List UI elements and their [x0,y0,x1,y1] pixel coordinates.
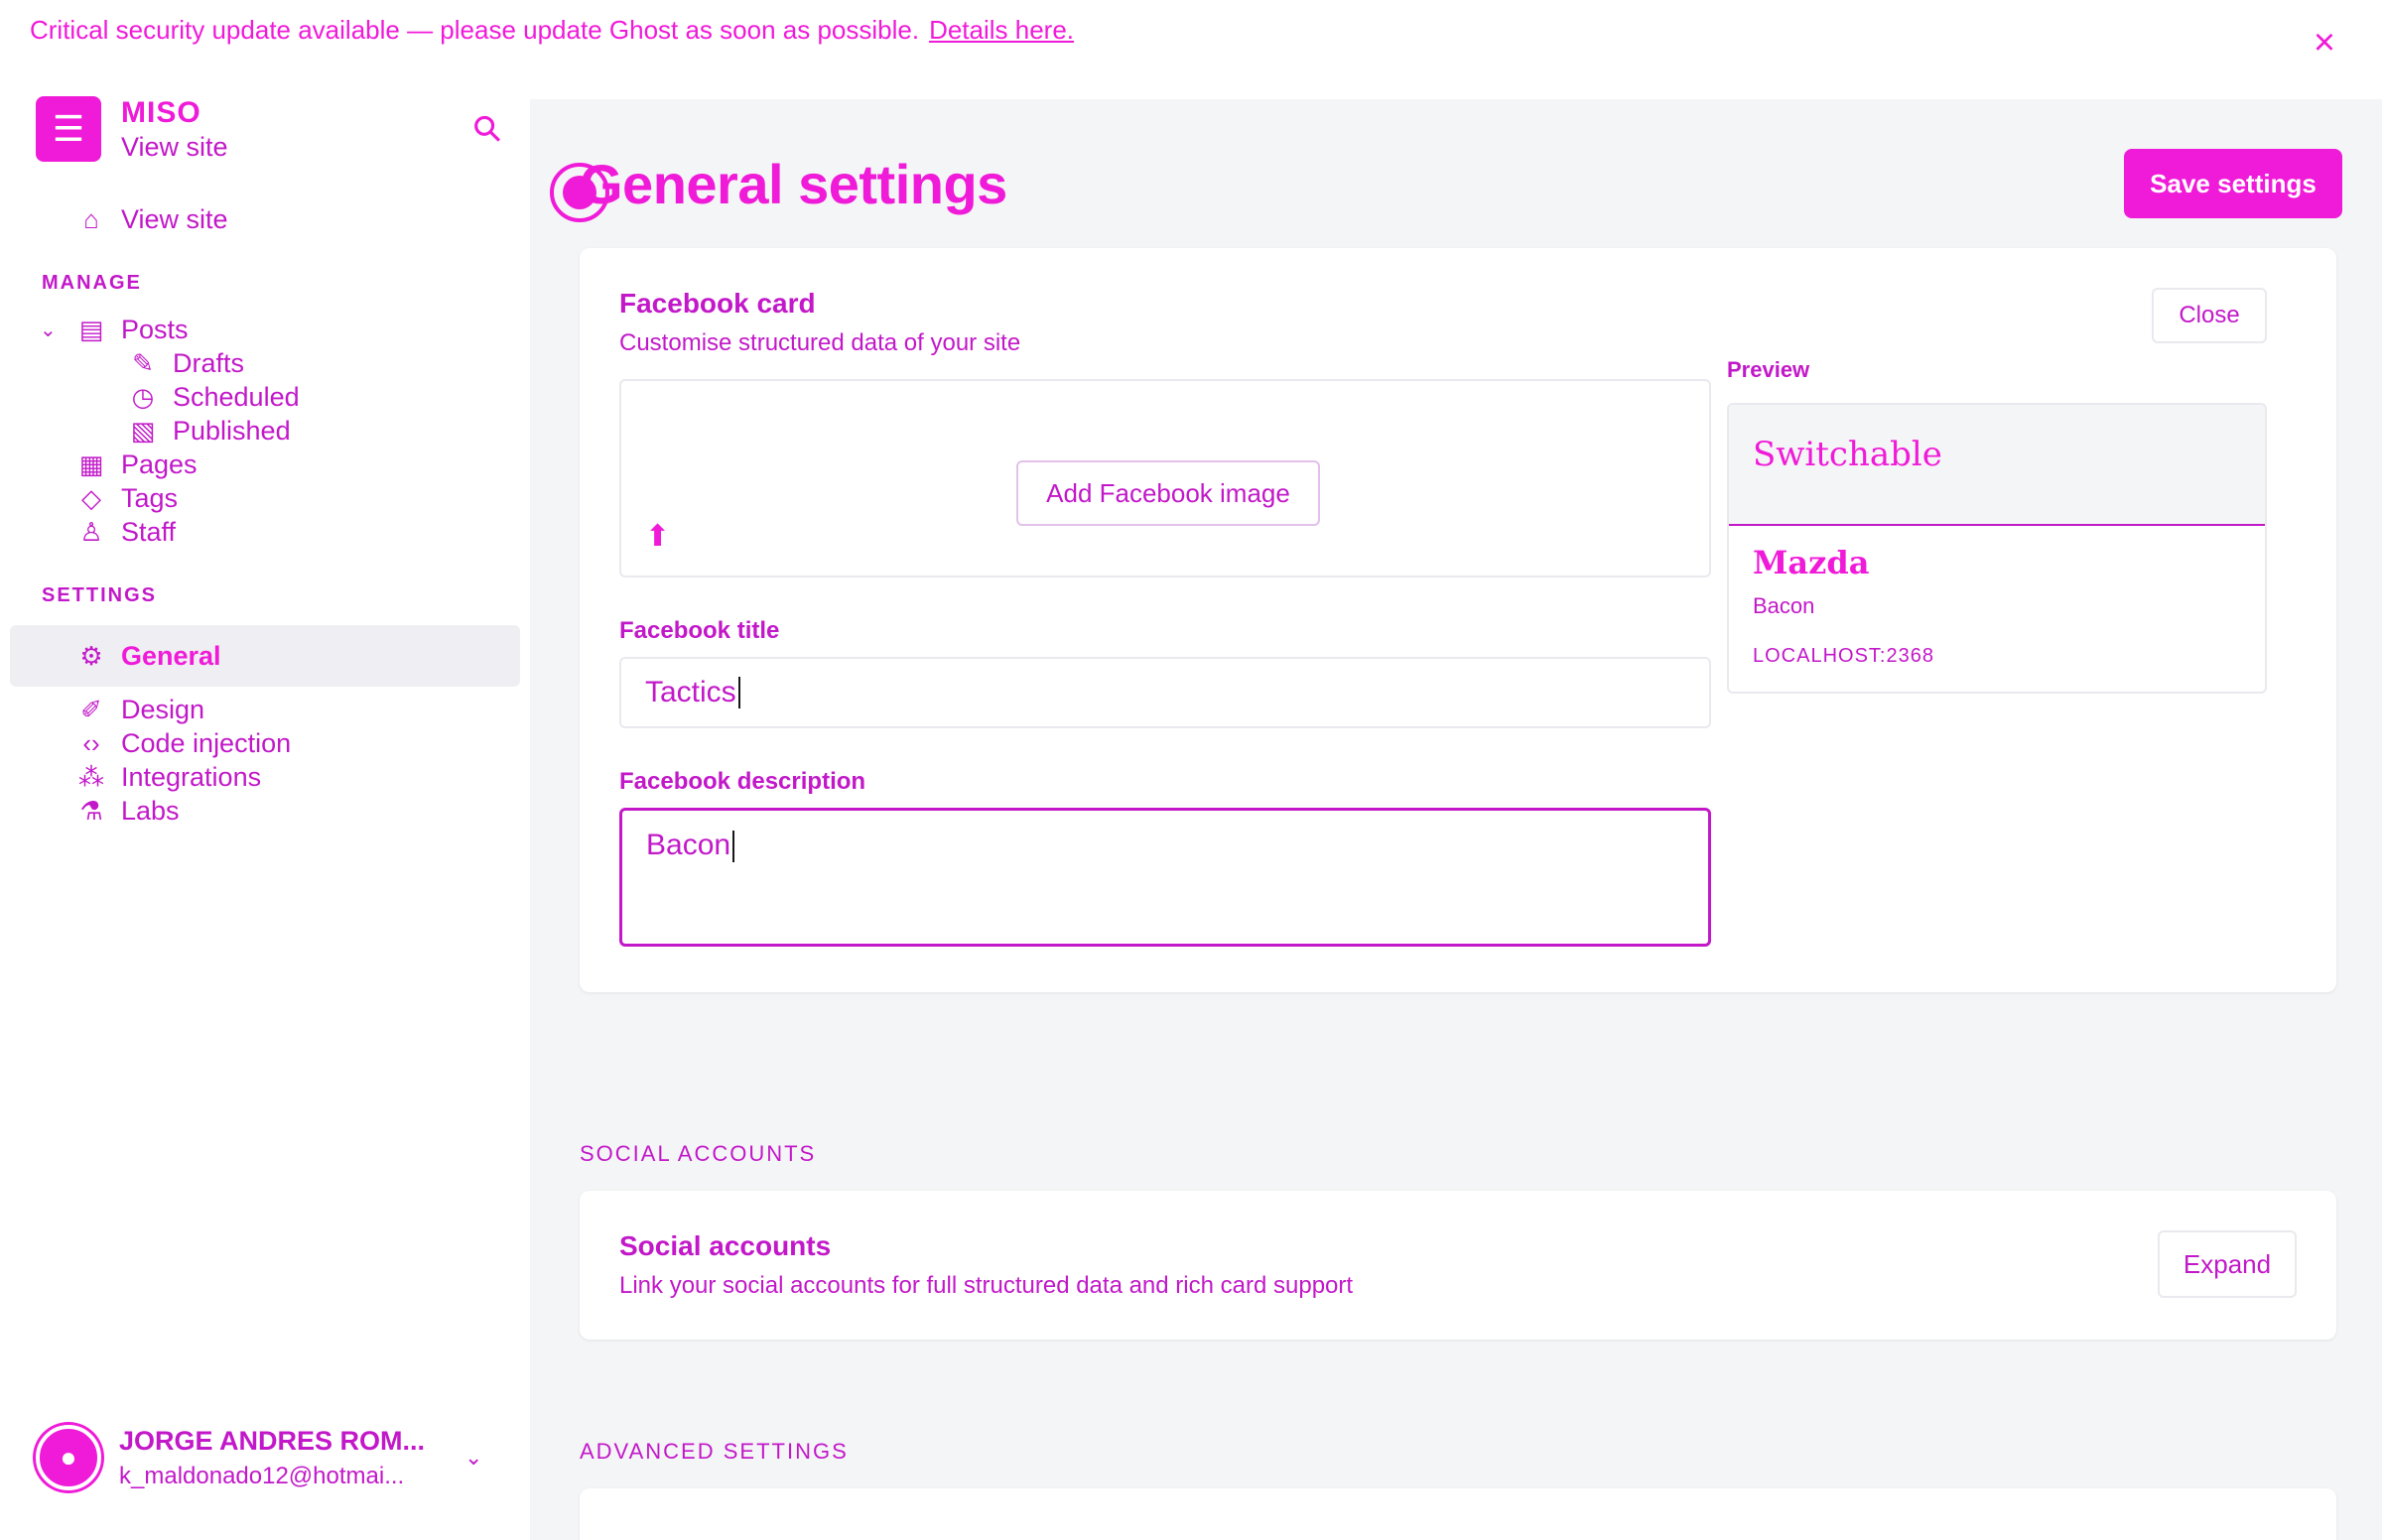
save-button[interactable]: Save settings [2124,149,2342,218]
avatar[interactable]: ● [36,1425,101,1490]
user-email: k_maldonado12@hotmai... [119,1462,405,1489]
brand-view-site[interactable]: View site [121,132,474,163]
sidebar-item-drafts[interactable]: ✎ Drafts [36,346,500,380]
preview-image-title: Switchable [1753,435,1942,474]
page-header: General settings Save settings [550,139,2342,228]
facebook-description-value: Bacon [646,829,731,861]
pencil-icon: ✎ [132,347,154,378]
posts-icon: ▤ [78,314,104,344]
sidebar-item-label: View site [121,203,228,234]
clock-icon: ◷ [131,381,155,412]
home-icon: ⌂ [83,203,99,234]
expand-button[interactable]: Expand [2158,1230,2297,1298]
user-name: JORGE ANDRES ROM... [119,1425,426,1456]
facebook-preview: Close Preview Switchable Mazda Bacon LOC… [1727,288,2267,694]
sidebar-item-label: Code injection [121,727,292,758]
published-icon: ▧ [130,415,156,446]
sidebar-item-label: Staff [121,516,177,547]
facebook-description-textarea[interactable]: Bacon [619,808,1711,947]
staff-icon: ♙ [79,516,103,547]
sidebar-item-label: Integrations [121,761,262,792]
preview-label: Preview [1727,357,1810,382]
facebook-title-label: Facebook title [619,617,780,644]
facebook-card-title: Facebook card [619,288,816,319]
text-caret [737,677,740,708]
code-icon: ‹› [82,727,100,758]
sidebar-item-label: Labs [121,795,180,826]
pages-icon: ▦ [78,449,104,479]
chevron-down-icon[interactable]: ⌄ [40,318,57,342]
advanced-settings-heading: ADVANCED SETTINGS [580,1439,849,1464]
close-icon[interactable]: × [2307,24,2342,65]
flask-icon: ⚗ [79,795,103,826]
preview-body: Mazda Bacon LOCALHOST:2368 [1729,524,2265,692]
preview-image: Switchable [1729,405,2265,524]
upload-icon[interactable]: ⬆ [645,519,670,554]
app-root: Critical security update available — ple… [0,0,2382,1540]
sidebar-item-label: Scheduled [173,381,300,412]
preview-card: Switchable Mazda Bacon LOCALHOST:2368 [1727,403,2267,694]
status-dot-icon [550,163,609,222]
user-menu[interactable]: ● JORGE ANDRES ROM... k_maldonado12@hotm… [36,1425,482,1490]
preview-title: Mazda [1753,544,1870,581]
gear-icon: ⚙ [79,640,103,671]
sidebar-item-scheduled[interactable]: ◷ Scheduled [36,380,500,414]
sidebar-item-labs[interactable]: ⚗ Labs [36,794,500,828]
banner-details-link[interactable]: Details here. [929,15,1074,46]
sidebar-item-general[interactable]: ⚙ General [10,625,520,687]
sidebar-item-label: Design [121,694,205,724]
close-button[interactable]: Close [2152,288,2267,343]
brush-icon: ✐ [80,694,102,724]
integrations-icon: ⁂ [78,761,104,792]
chevron-down-icon[interactable]: ⌄ [464,1445,482,1471]
sidebar-item-published[interactable]: ▧ Published [36,414,500,448]
settings-heading: SETTINGS [42,584,158,606]
update-banner: Critical security update available — ple… [0,0,2382,63]
tag-icon: ◇ [81,482,101,513]
sidebar-item-tags[interactable]: ◇ Tags [36,481,500,515]
facebook-title-input[interactable]: Tactics [619,657,1711,728]
sidebar-item-label: Published [173,415,291,446]
sidebar-item-staff[interactable]: ♙ Staff [36,515,500,549]
add-facebook-image-button[interactable]: Add Facebook image [1016,460,1320,526]
sidebar-item-posts[interactable]: ⌄ ▤ Posts [36,313,500,346]
facebook-card-subtitle: Customise structured data of your site [619,329,1021,356]
sidebar-item-code-injection[interactable]: ‹› Code injection [36,726,500,760]
page-title: General settings [580,152,1007,215]
manage-heading: MANAGE [42,272,142,294]
brand-name[interactable]: MISO [121,96,474,130]
banner-text: Critical security update available — ple… [30,14,920,45]
preview-host: LOCALHOST:2368 [1753,645,1934,667]
sidebar-item-label: Tags [121,482,179,513]
sidebar-item-label: Pages [121,449,198,479]
facebook-form: Facebook card Customise structured data … [619,288,1711,947]
social-accounts-heading: SOCIAL ACCOUNTS [580,1141,817,1166]
sidebar-item-label: Drafts [173,347,245,378]
main-content: General settings Save settings Facebook … [530,99,2382,1540]
facebook-title-value: Tactics [645,676,736,708]
ghost-logo-icon[interactable]: ☰ [36,96,101,162]
sidebar-item-label: Posts [121,314,189,344]
sidebar-item-view-site[interactable]: ⌂ View site [36,202,500,236]
sidebar-item-label: General [121,640,221,671]
social-accounts-subtitle: Link your social accounts for full struc… [619,1272,1354,1299]
preview-description: Bacon [1753,593,1815,618]
advanced-settings-card [580,1488,2336,1540]
social-accounts-title: Social accounts [619,1230,832,1261]
brand: ☰ MISO View site ⚲ [36,79,510,179]
facebook-card-panel: Facebook card Customise structured data … [580,248,2336,992]
sidebar: ☰ MISO View site ⚲ ⌂ View site MANAGE ⌄ … [0,60,530,1540]
social-accounts-card: Social accounts Link your social account… [580,1191,2336,1340]
sidebar-item-pages[interactable]: ▦ Pages [36,448,500,481]
facebook-description-label: Facebook description [619,768,866,795]
sidebar-item-design[interactable]: ✐ Design [36,693,500,726]
facebook-image-dropzone[interactable]: Add Facebook image ⬆ [619,379,1711,578]
text-caret [732,831,735,863]
sidebar-item-integrations[interactable]: ⁂ Integrations [36,760,500,794]
